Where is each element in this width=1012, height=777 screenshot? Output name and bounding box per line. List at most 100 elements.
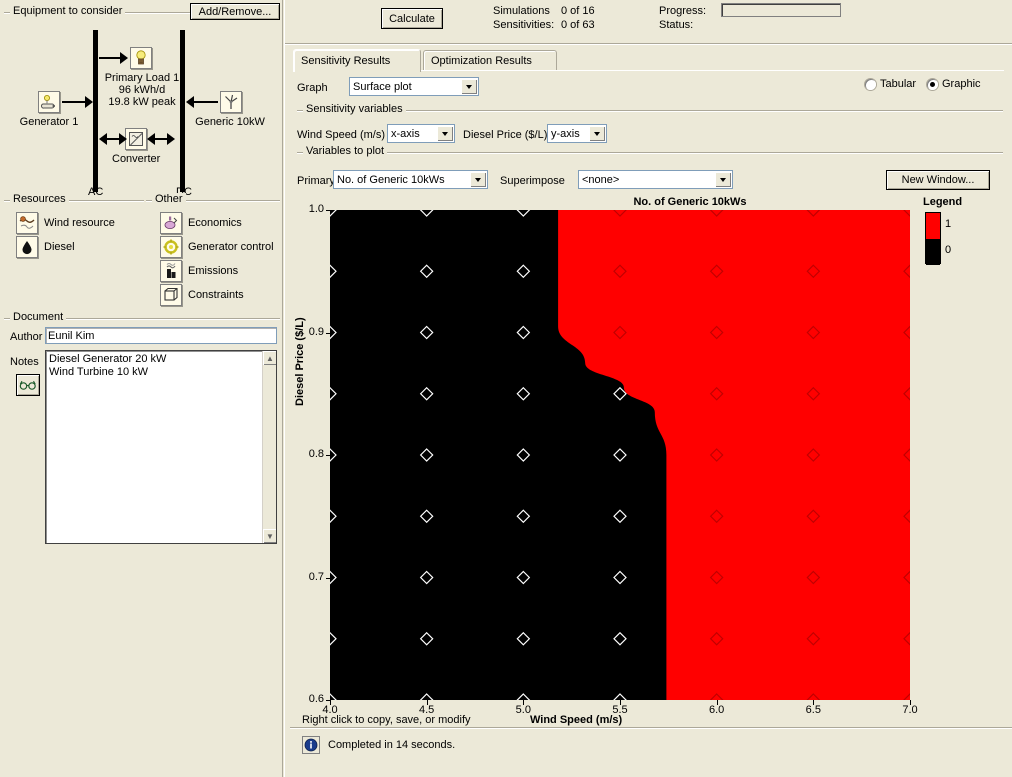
chevron-down-icon[interactable] xyxy=(437,126,453,141)
superimpose-select[interactable]: <none> xyxy=(578,170,733,189)
document-group: Document xyxy=(4,311,280,323)
load-name: Primary Load 1 xyxy=(104,72,180,84)
y-axis-tick xyxy=(326,577,331,579)
resource-item-wind[interactable]: Wind resource xyxy=(16,212,115,234)
load-icon[interactable] xyxy=(130,47,152,69)
notes-content: Diesel Generator 20 kW Wind Turbine 10 k… xyxy=(49,353,167,378)
legend-title: Legend xyxy=(923,196,963,208)
chevron-down-icon[interactable] xyxy=(470,172,486,187)
other-item-emissions[interactable]: Emissions xyxy=(160,260,238,282)
sensitivity-variables-title: Sensitivity variables xyxy=(303,103,406,115)
wind-speed-axis-value: x-axis xyxy=(391,127,420,140)
statusbar: Completed in 14 seconds. xyxy=(290,730,1012,777)
homer-application-window: Equipment to consider Add/Remove... AC D… xyxy=(0,0,1012,777)
generator-to-ac-arrow xyxy=(85,96,93,108)
view-radio-graphic[interactable]: Graphic xyxy=(927,78,981,90)
other-group: Other xyxy=(146,193,280,205)
dc-bus xyxy=(180,30,185,192)
view-radio-graphic-label: Graphic xyxy=(942,78,981,90)
x-axis-tick-label: 5.0 xyxy=(515,704,531,716)
view-radio-tabular-label: Tabular xyxy=(880,78,917,90)
primary-variable-select[interactable]: No. of Generic 10kWs xyxy=(333,170,488,189)
primary-label: Primary xyxy=(297,175,335,187)
x-axis-tick-label: 4.0 xyxy=(322,704,338,716)
converter-icon[interactable] xyxy=(125,128,147,150)
info-icon xyxy=(302,736,320,754)
x-axis-tick-label: 6.5 xyxy=(805,704,821,716)
chart-title: No. of Generic 10kWs xyxy=(633,196,747,208)
wind-speed-axis-select[interactable]: x-axis xyxy=(387,124,455,143)
x-axis-tick-label: 5.5 xyxy=(612,704,628,716)
chevron-down-icon[interactable] xyxy=(589,126,605,141)
left-panel: Equipment to consider Add/Remove... AC D… xyxy=(0,0,285,777)
chevron-down-icon[interactable] xyxy=(715,172,731,187)
y-axis-tick-label: 0.8 xyxy=(308,448,324,460)
diesel-price-axis-value: y-axis xyxy=(551,127,580,140)
other-label-economics: Economics xyxy=(188,217,242,229)
diesel-price-axis-select[interactable]: y-axis xyxy=(547,124,607,143)
notes-textarea[interactable]: Diesel Generator 20 kW Wind Turbine 10 k… xyxy=(45,350,277,544)
glasses-icon-button[interactable] xyxy=(16,374,40,396)
progress-bar xyxy=(721,3,841,17)
other-item-economics[interactable]: Economics xyxy=(160,212,242,234)
wind-turbine-label: Generic 10kW xyxy=(195,116,265,128)
tab-optimization-results[interactable]: Optimization Results xyxy=(423,50,557,71)
turbine-to-dc-arrow xyxy=(186,96,194,108)
simulations-label: Simulations xyxy=(493,5,550,17)
other-label-constraints: Constraints xyxy=(188,289,244,301)
sensitivity-variables-group: Sensitivity variables xyxy=(297,103,1003,115)
variables-to-plot-title: Variables to plot xyxy=(303,145,388,157)
generator-icon[interactable] xyxy=(38,91,60,113)
progress-label: Progress: xyxy=(659,5,707,17)
author-input[interactable] xyxy=(45,327,277,344)
chevron-down-icon[interactable] xyxy=(461,79,477,94)
superimpose-value: <none> xyxy=(582,173,620,186)
resource-label-wind: Wind resource xyxy=(44,217,115,229)
radio-dot-graphic xyxy=(927,78,938,90)
new-window-label: New Window... xyxy=(901,174,975,186)
legend-label-0: 0 xyxy=(945,244,952,256)
ac-to-conv-arrow-right xyxy=(119,133,127,145)
graph-label: Graph xyxy=(297,82,328,94)
scroll-down-icon[interactable]: ▼ xyxy=(263,529,276,543)
toolbar: Calculate Simulations 0 of 16 Sensitivit… xyxy=(285,0,1012,43)
chart-plot-area[interactable] xyxy=(330,210,910,700)
graph-type-select[interactable]: Surface plot xyxy=(349,77,479,96)
ac-to-conv-arrow-left xyxy=(99,133,107,145)
ac-to-load-arrow xyxy=(120,52,128,64)
new-window-button[interactable]: New Window... xyxy=(886,170,990,190)
author-label: Author xyxy=(10,331,43,343)
x-axis-tick xyxy=(910,700,911,705)
emissions-icon xyxy=(160,260,182,282)
primary-variable-value: No. of Generic 10kWs xyxy=(337,173,445,186)
results-tabstrip: Sensitivity Results Optimization Results xyxy=(293,49,1004,72)
diesel-price-label: Diesel Price ($/L) xyxy=(463,129,548,141)
resources-group: Resources xyxy=(4,193,144,205)
load-peak: 19.8 kW peak xyxy=(108,96,176,108)
calculate-button[interactable]: Calculate xyxy=(381,8,443,29)
y-axis-tick-label: 0.7 xyxy=(308,570,324,583)
other-item-generator-control[interactable]: Generator control xyxy=(160,236,274,258)
wind-speed-label: Wind Speed (m/s) xyxy=(297,129,386,141)
view-radio-tabular[interactable]: Tabular xyxy=(865,78,916,90)
scroll-up-icon[interactable]: ▲ xyxy=(263,351,276,365)
legend-colorbar xyxy=(925,212,941,265)
ac-bus-label: AC xyxy=(88,186,104,198)
notes-scrollbar[interactable]: ▲ ▼ xyxy=(262,351,276,543)
y-axis-tick-label: 0.9 xyxy=(308,325,324,338)
resource-item-diesel[interactable]: Diesel xyxy=(16,236,75,258)
legend-swatch-1 xyxy=(926,213,940,239)
other-label-generator-control: Generator control xyxy=(188,241,274,253)
generator-label: Generator 1 xyxy=(19,116,79,128)
ac-bus xyxy=(93,30,98,192)
tab-sensitivity-results[interactable]: Sensitivity Results xyxy=(293,49,421,72)
legend-swatch-0 xyxy=(926,239,940,265)
wind-turbine-icon[interactable] xyxy=(220,91,242,113)
other-item-constraints[interactable]: Constraints xyxy=(160,284,244,306)
status-message: Completed in 14 seconds. xyxy=(328,739,456,751)
superimpose-label: Superimpose xyxy=(500,175,565,187)
chart-legend: Legend 1 0 xyxy=(915,196,1010,286)
x-axis-tick xyxy=(426,700,428,705)
tab-optimization-results-label: Optimization Results xyxy=(431,55,532,67)
load-label: Primary Load 1 96 kWh/d 19.8 kW peak xyxy=(98,72,186,108)
